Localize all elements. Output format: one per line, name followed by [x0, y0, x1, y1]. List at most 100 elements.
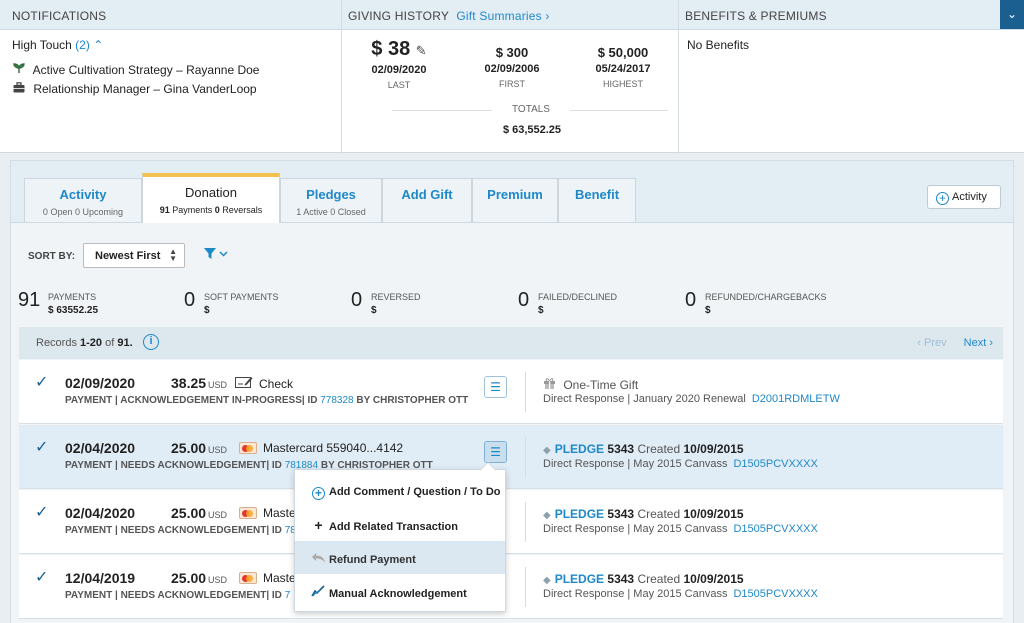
menu-item-refund-payment[interactable]: Refund Payment — [295, 541, 505, 574]
tab-label: Benefit — [574, 187, 620, 202]
list-icon: ☰ — [490, 445, 501, 459]
stat-value: $ — [204, 305, 210, 316]
gift-summaries-link[interactable]: Gift Summaries › — [456, 9, 549, 23]
notifications-panel: NOTIFICATIONS High Touch (2) ⌃ Active Cu… — [0, 0, 342, 153]
payment-date: 02/04/2020 — [65, 440, 136, 456]
notifications-header: NOTIFICATIONS — [0, 0, 341, 30]
source-details: Direct Response | January 2020 Renewal D2… — [543, 393, 840, 405]
row-menu-button[interactable]: ☰ — [484, 441, 507, 463]
high-touch-count[interactable]: (2) — [75, 38, 90, 52]
pledge-info: ◆ PLEDGE 5343 Created 10/09/2015 — [543, 507, 744, 521]
checkmark-icon: ✓ — [35, 504, 49, 521]
tab-sub: 0 Open 0 Upcoming — [42, 207, 124, 217]
stat-number: 0 — [184, 289, 196, 311]
payment-method: Maste — [239, 506, 296, 520]
payment-details: PAYMENT | NEEDS ACKNOWLEDGEMENT| ID 7 — [65, 590, 291, 601]
tab-label: Pledges — [306, 187, 356, 202]
plus-icon: + — [314, 517, 323, 533]
appeal-code-link[interactable]: D1505PCVXXXX — [733, 588, 817, 600]
last-gift: $ 38 ✎ 02/09/2020 LAST — [354, 38, 444, 90]
mastercard-icon — [239, 572, 257, 584]
add-activity-button[interactable]: + Activity — [927, 185, 1001, 209]
tab-label: Activity — [59, 187, 107, 202]
list-icon: ☰ — [490, 380, 501, 394]
menu-item-add-comment[interactable]: + Add Comment / Question / To Do — [295, 473, 505, 506]
payment-details: PAYMENT | ACKNOWLEDGEMENT IN-PROGRESS| I… — [65, 395, 469, 406]
tab-activity[interactable]: Activity 0 Open 0 Upcoming — [24, 178, 142, 222]
giving-history-panel: GIVING HISTORY Gift Summaries › $ 38 ✎ 0… — [342, 0, 679, 153]
source-details: Direct Response | May 2015 Canvass D1505P… — [543, 523, 818, 535]
payment-amount: 25.00 USD — [171, 440, 228, 456]
row-actions-menu: + Add Comment / Question / To Do + Add Rel… — [294, 462, 506, 612]
stat-number: 0 — [518, 289, 530, 311]
pledge-info: ◆ PLEDGE 5343 Created 10/09/2015 — [543, 442, 744, 456]
last-gift-label: LAST — [387, 80, 411, 90]
table-row[interactable]: ✓ 12/04/2019 25.00 USD Maste PAYMENT | NE… — [19, 555, 1003, 619]
edit-note-icon: ✎ — [415, 43, 427, 58]
table-row[interactable]: ✓ 02/04/2020 25.00 USD Mastercard 559040.… — [19, 425, 1003, 489]
appeal-code-link[interactable]: D2001RDMLETW — [752, 393, 840, 405]
payment-id-link[interactable]: 778328 — [320, 395, 353, 406]
divider — [525, 567, 526, 607]
filter-icon[interactable] — [204, 247, 230, 263]
stat-label: REFUNDED/CHARGEBACKS — [705, 292, 827, 302]
row-menu-button[interactable]: ☰ — [484, 376, 507, 398]
plus-circle-icon: + — [311, 484, 326, 500]
notification-text: Active Cultivation Strategy – Rayanne Do… — [32, 63, 260, 77]
tab-donation[interactable]: Donation 91 Payments 0 Reversals — [142, 173, 280, 223]
tab-premium[interactable]: Premium — [472, 178, 558, 222]
mastercard-icon — [239, 507, 257, 519]
stat-number: 0 — [351, 289, 363, 311]
first-gift-label: FIRST — [499, 79, 525, 89]
undo-arrow-icon — [311, 552, 326, 566]
menu-item-manual-acknowledgement[interactable]: Manual Acknowledgement — [295, 574, 505, 607]
notification-text: Relationship Manager – Gina VanderLoop — [33, 82, 257, 96]
divider — [525, 372, 526, 412]
high-touch-label: High Touch — [12, 38, 72, 52]
pledge-link[interactable]: PLEDGE — [555, 507, 604, 521]
collapse-button[interactable]: ⌄ — [1000, 0, 1024, 29]
diamond-icon: ◆ — [543, 575, 551, 586]
payment-id-link[interactable]: 7 — [285, 590, 291, 601]
stat-value: $ 63552.25 — [48, 305, 99, 316]
prev-button[interactable]: ‹ Prev — [917, 337, 946, 349]
pledge-link[interactable]: PLEDGE — [555, 442, 604, 456]
source-details: Direct Response | May 2015 Canvass D1505P… — [543, 458, 818, 470]
stat-label: REVERSED — [371, 292, 421, 302]
table-row[interactable]: ✓ 02/04/2020 25.00 USD Maste PAYMENT | NE… — [19, 490, 1003, 554]
high-touch-row[interactable]: High Touch (2) ⌃ — [12, 38, 103, 52]
pagination: ‹ Prev Next › — [917, 337, 993, 349]
tab-benefit[interactable]: Benefit — [558, 178, 636, 222]
stat-label: PAYMENTS — [48, 292, 97, 302]
payment-amount: 25.00 USD — [171, 505, 228, 521]
sort-arrows-icon: ▲ ▼ — [169, 247, 177, 263]
menu-caret — [480, 462, 496, 470]
tab-label: Donation — [184, 185, 238, 200]
tab-add-gift[interactable]: Add Gift — [382, 178, 472, 222]
tab-sub: 1 Active 0 Closed — [296, 207, 366, 217]
sprout-icon — [12, 62, 26, 77]
next-button[interactable]: Next › — [964, 337, 993, 349]
mastercard-icon — [239, 442, 257, 454]
last-gift-date: 02/09/2020 — [371, 64, 427, 76]
totals-label: TOTALS — [492, 104, 570, 115]
checkmark-icon: ✓ — [35, 439, 49, 456]
menu-item-add-related-transaction[interactable]: + Add Related Transaction — [295, 506, 505, 539]
appeal-code-link[interactable]: D1505PCVXXXX — [733, 523, 817, 535]
tab-pledges[interactable]: Pledges 1 Active 0 Closed — [280, 178, 382, 222]
appeal-code-link[interactable]: D1505PCVXXXX — [733, 458, 817, 470]
payment-method: Maste — [239, 571, 296, 585]
chevron-up-icon[interactable]: ⌃ — [93, 38, 103, 52]
giving-history-title: GIVING HISTORY — [348, 9, 449, 23]
divider — [525, 437, 526, 477]
first-gift-amount: $ 300 — [495, 45, 529, 60]
payment-details: PAYMENT | NEEDS ACKNOWLEDGEMENT| ID 78 — [65, 525, 296, 536]
first-gift-date: 02/09/2006 — [484, 63, 540, 75]
sort-select[interactable]: Newest First ▲ ▼ — [83, 243, 185, 268]
notification-item: Active Cultivation Strategy – Rayanne Do… — [12, 62, 259, 77]
pledge-info: ◆ PLEDGE 5343 Created 10/09/2015 — [543, 572, 744, 586]
info-icon[interactable]: i — [143, 334, 159, 350]
pledge-link[interactable]: PLEDGE — [555, 572, 604, 586]
table-row[interactable]: ✓ 02/09/2020 38.25 USD Check PAYMENT | AC… — [19, 360, 1003, 424]
sort-by-label: SORT BY: — [28, 251, 76, 262]
